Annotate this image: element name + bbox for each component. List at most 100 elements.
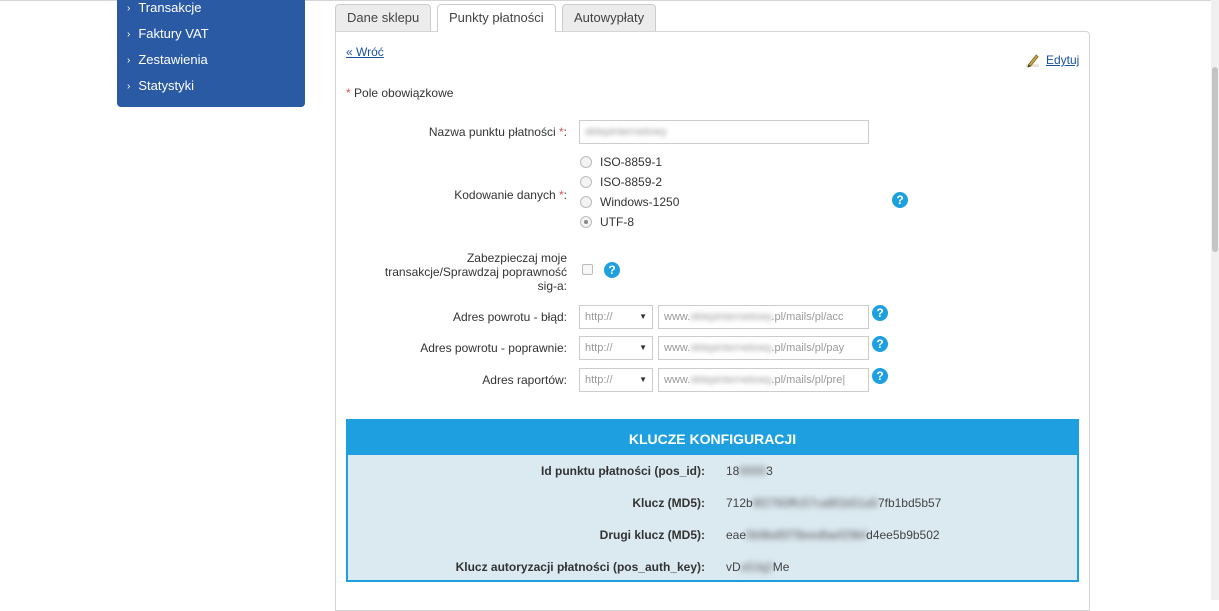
scrollbar-thumb[interactable] — [1212, 67, 1218, 252]
secure-label: Zabezpieczaj moje transakcje/Sprawdzaj p… — [385, 251, 567, 293]
radio-label: ISO-8859-2 — [600, 175, 663, 189]
radio-label: UTF-8 — [600, 215, 634, 229]
pos-name-value: sklepinternetowy — [585, 126, 667, 138]
chevron-down-icon: ▼ — [639, 343, 647, 352]
config-keys-title: KLUCZE KONFIGURACJI — [348, 421, 1077, 455]
url-hidden: sklepinternetowy — [690, 311, 772, 323]
pos-name-input[interactable]: sklepinternetowy — [579, 120, 869, 144]
required-marker: * — [558, 188, 564, 202]
required-note-text: Pole obowiązkowe — [354, 86, 454, 100]
url-suffix: .pl/mails/pl/acc — [771, 311, 844, 323]
radio-button[interactable] — [580, 156, 592, 168]
pos-name-label-text: Nazwa punktu płatności — [428, 125, 556, 139]
required-note: * Pole obowiązkowe — [346, 86, 453, 100]
key-hidden: 5b9bd5f78eedfaef29bf — [746, 528, 867, 542]
back-link[interactable]: « Wróć — [346, 45, 384, 59]
url-suffix: .pl/mails/pl/pay — [771, 342, 845, 354]
pos-auth-key-label: Klucz autoryzacji płatności (pos_auth_ke… — [455, 560, 705, 574]
required-marker: * — [558, 125, 564, 139]
tab-punkty-platnosci[interactable]: Punkty płatności — [437, 4, 556, 32]
required-marker: * — [346, 86, 351, 100]
page-scrollbar[interactable] — [1211, 0, 1219, 600]
reports-label: Adres raportów: — [482, 373, 567, 387]
encoding-label: Kodowanie danych *: — [454, 188, 567, 202]
help-icon[interactable]: ? — [604, 262, 620, 278]
key-visible: 712b — [726, 496, 753, 510]
sidebar-item-faktury-vat[interactable]: › Faktury VAT — [127, 26, 209, 41]
key-hidden: 9f2760ffc57ca8f1b51a5 — [752, 496, 878, 510]
radio-button[interactable] — [580, 196, 592, 208]
sidebar-item-label: Statystyki — [138, 78, 194, 93]
url-prefix: www. — [664, 342, 691, 354]
protocol-select[interactable]: http:// ▼ — [579, 336, 653, 360]
pos-name-label: Nazwa punktu płatności *: — [428, 125, 567, 139]
protocol-select[interactable]: http:// ▼ — [579, 305, 653, 329]
edit-action[interactable]: Edytuj — [1025, 52, 1079, 68]
sidebar-item-label: Zestawienia — [138, 52, 208, 67]
secure-label-line: sig-a: — [537, 279, 567, 293]
url-prefix: www. — [664, 311, 691, 323]
config-keys-box: KLUCZE KONFIGURACJI Id punktu płatności … — [346, 419, 1079, 582]
reports-input[interactable]: www.sklepinternetowy.pl/mails/pl/pre| — [658, 368, 869, 392]
sidebar-item-transakcje[interactable]: › Transakcje — [127, 0, 201, 15]
encoding-label-text: Kodowanie danych — [454, 188, 556, 202]
pos-auth-key-value: vDx0Jq2Me — [726, 560, 789, 574]
url-hidden: sklepinternetowy — [690, 342, 772, 354]
tab-dane-sklepu[interactable]: Dane sklepu — [335, 4, 432, 31]
radio-iso-8859-1[interactable]: ISO-8859-1 — [580, 154, 662, 170]
radio-iso-8859-2[interactable]: ISO-8859-2 — [580, 174, 662, 190]
return-error-label: Adres powrotu - błąd: — [452, 310, 567, 324]
url-hidden: sklepinternetowy — [690, 374, 772, 386]
pos-id-label: Id punktu płatności (pos_id): — [541, 464, 705, 478]
radio-button-checked[interactable] — [580, 216, 592, 228]
help-icon[interactable]: ? — [872, 336, 888, 352]
tab-autowyplaty[interactable]: Autowypłaty — [562, 4, 657, 31]
key-hidden: x0Jq2 — [740, 560, 773, 574]
url-prefix: www. — [664, 374, 691, 386]
protocol-value: http:// — [585, 342, 613, 354]
return-error-input[interactable]: www.sklepinternetowy.pl/mails/pl/acc — [658, 305, 869, 329]
chevron-down-icon: ▼ — [639, 375, 647, 384]
chevron-down-icon: ▼ — [639, 312, 647, 321]
help-icon[interactable]: ? — [892, 192, 908, 208]
second-md5-key-label: Drugi klucz (MD5): — [599, 528, 705, 542]
radio-label: Windows-1250 — [600, 195, 680, 209]
key-visible: vD — [726, 560, 741, 574]
return-success-label: Adres powrotu - poprawnie: — [420, 341, 567, 355]
help-icon[interactable]: ? — [872, 368, 888, 384]
md5-key-value: 712b9f2760ffc57ca8f1b51a57fb1bd5b57 — [726, 496, 941, 510]
pos-id-value: 1800003 — [726, 464, 773, 478]
sidebar-item-statystyki[interactable]: › Statystyki — [127, 78, 194, 93]
secure-label-line: Zabezpieczaj moje — [466, 251, 567, 265]
sidebar-item-label: Transakcje — [138, 0, 202, 15]
md5-key-label: Klucz (MD5): — [632, 496, 705, 510]
sidebar-item-label: Faktury VAT — [138, 26, 209, 41]
chevron-right-icon: › — [127, 55, 131, 66]
chevron-right-icon: › — [127, 29, 131, 40]
protocol-value: http:// — [585, 311, 613, 323]
radio-utf-8[interactable]: UTF-8 — [580, 214, 634, 230]
help-icon[interactable]: ? — [872, 305, 888, 321]
radio-windows-1250[interactable]: Windows-1250 — [580, 194, 679, 210]
key-visible: 18 — [726, 464, 740, 478]
key-visible: d4ee5b9b502 — [866, 528, 940, 542]
pencil-icon — [1025, 53, 1040, 68]
url-suffix: .pl/mails/pl/pre| — [771, 374, 846, 386]
key-visible: 7fb1bd5b57 — [877, 496, 942, 510]
sidebar-item-zestawienia[interactable]: › Zestawienia — [127, 52, 208, 67]
chevron-right-icon: › — [127, 81, 131, 92]
radio-label: ISO-8859-1 — [600, 155, 663, 169]
radio-button[interactable] — [580, 176, 592, 188]
edit-link[interactable]: Edytuj — [1046, 53, 1079, 67]
second-md5-key-value: eae5b9bd5f78eedfaef29bfd4ee5b9b502 — [726, 528, 940, 542]
key-visible: 3 — [766, 464, 773, 478]
key-visible: Me — [772, 560, 790, 574]
key-visible: eae — [726, 528, 747, 542]
chevron-right-icon: › — [127, 3, 131, 14]
protocol-value: http:// — [585, 374, 613, 386]
secure-checkbox[interactable] — [582, 264, 593, 275]
sidebar-nav: › Transakcje › Faktury VAT › Zestawienia › S… — [117, 0, 305, 107]
secure-label-line: transakcje/Sprawdzaj poprawność — [384, 265, 567, 279]
return-success-input[interactable]: www.sklepinternetowy.pl/mails/pl/pay — [658, 336, 869, 360]
protocol-select[interactable]: http:// ▼ — [579, 368, 653, 392]
